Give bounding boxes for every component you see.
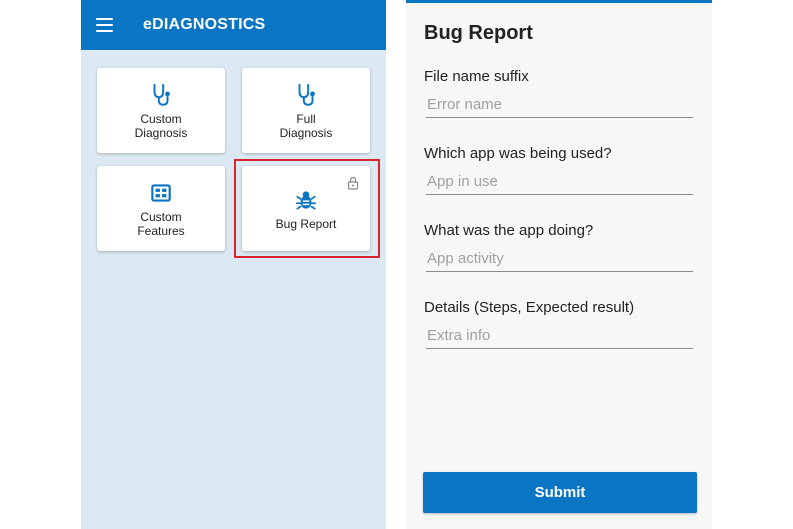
tile-label: Custom Features <box>137 209 185 238</box>
file-name-suffix-input[interactable] <box>426 92 693 118</box>
app-bar: eDIAGNOSTICS <box>81 0 386 50</box>
form-title: Bug Report <box>424 22 533 44</box>
details-label: Details (Steps, Expected result) <box>424 299 635 316</box>
app-activity-input[interactable] <box>426 246 693 272</box>
submit-button[interactable]: Submit <box>423 472 697 513</box>
stethoscope-icon <box>298 83 315 106</box>
home-screen: eDIAGNOSTICS Custom Diagnosis Full Diagn… <box>81 0 386 529</box>
hamburger-menu-icon[interactable] <box>96 18 113 32</box>
tile-label: Custom Diagnosis <box>134 111 188 140</box>
top-accent-bar <box>406 0 712 3</box>
full-diagnosis-tile[interactable]: Full Diagnosis <box>242 68 370 153</box>
app-title: eDIAGNOSTICS <box>143 16 266 33</box>
app-used-label: Which app was being used? <box>424 145 612 162</box>
custom-diagnosis-tile[interactable]: Custom Diagnosis <box>97 68 225 153</box>
bug-report-screen: Bug Report File name suffix Which app wa… <box>406 0 712 529</box>
details-input[interactable] <box>426 323 693 349</box>
app-used-input[interactable] <box>426 169 693 195</box>
file-name-suffix-label: File name suffix <box>424 68 529 85</box>
custom-features-tile[interactable]: Custom Features <box>97 166 225 251</box>
stethoscope-icon <box>153 83 170 106</box>
tile-label: Full Diagnosis <box>279 111 333 140</box>
bug-report-highlight <box>234 159 380 258</box>
features-grid-icon <box>151 183 171 202</box>
app-activity-label: What was the app doing? <box>424 222 594 239</box>
